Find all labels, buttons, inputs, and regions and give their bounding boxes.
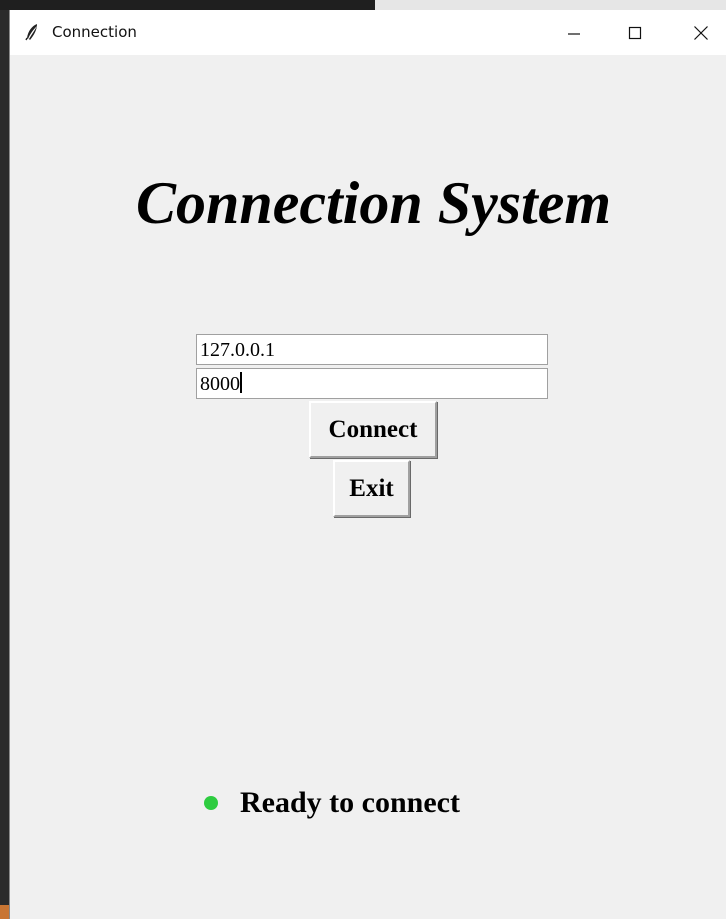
- port-input-value: 8000: [200, 373, 240, 395]
- title-bar[interactable]: Connection: [10, 10, 726, 55]
- host-input[interactable]: 127.0.0.1: [196, 334, 548, 365]
- window-content: Connection System 127.0.0.1 8000 Connect…: [10, 55, 726, 919]
- status-indicator: Ready to connect: [204, 785, 460, 821]
- maximize-button[interactable]: [612, 10, 658, 55]
- minimize-button[interactable]: [551, 10, 597, 55]
- minimize-icon: [567, 26, 581, 40]
- page-title: Connection System: [135, 170, 612, 236]
- close-icon: [693, 25, 709, 41]
- host-input-value: 127.0.0.1: [200, 339, 275, 361]
- maximize-icon: [628, 26, 642, 40]
- feather-icon: [24, 23, 40, 41]
- taskbar-corner-accent: [0, 905, 9, 919]
- background-window-edge: [375, 0, 726, 10]
- desktop-top-strip: [0, 0, 726, 10]
- connect-button[interactable]: Connect: [309, 401, 437, 458]
- connection-window: Connection Connection System 127.0.0.1 8…: [9, 10, 726, 919]
- status-dot-icon: [204, 796, 218, 810]
- port-input[interactable]: 8000: [196, 368, 548, 399]
- close-button[interactable]: [678, 10, 724, 55]
- status-text: Ready to connect: [240, 786, 460, 819]
- exit-button[interactable]: Exit: [333, 460, 410, 517]
- window-title: Connection: [52, 23, 137, 41]
- text-caret: [240, 372, 242, 393]
- screen: Connection Connection System 127.0.0.1 8…: [0, 0, 726, 919]
